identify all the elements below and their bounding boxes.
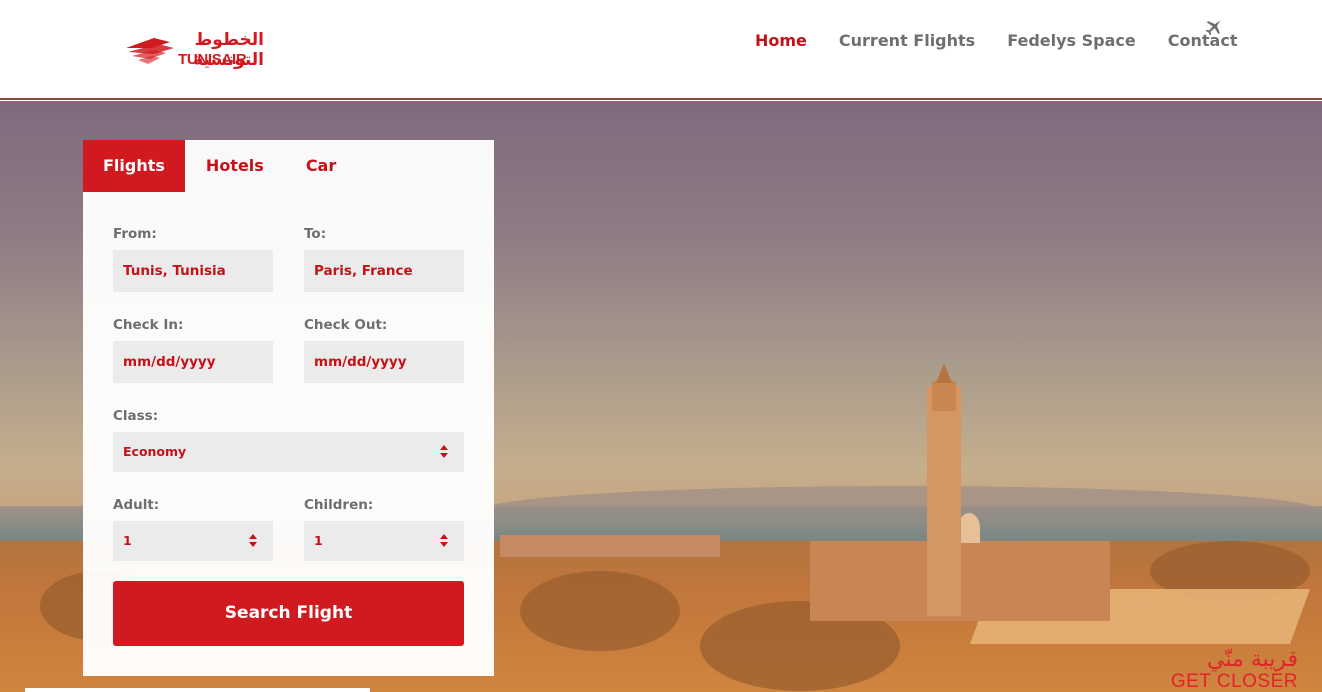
nav-fedelys-space[interactable]: Fedelys Space [1007,31,1136,50]
from-label: From: [113,226,157,242]
select-arrows-icon [440,534,448,548]
hero-minaret [927,386,961,616]
tab-hotels[interactable]: Hotels [185,140,285,192]
adult-select-value: 1 [123,533,132,548]
checkin-label: Check In: [113,317,184,333]
nav-current-flights[interactable]: Current Flights [839,31,975,50]
hero-building [500,535,720,557]
search-tabs: Flights Hotels Car [83,140,494,192]
to-input[interactable]: Paris, France [304,250,464,292]
class-select[interactable]: Economy [113,432,464,472]
hero-tree [520,571,680,651]
tab-car[interactable]: Car [285,140,357,192]
hero-minaret-spire [936,363,952,383]
search-flight-button[interactable]: Search Flight [113,581,464,646]
class-label: Class: [113,408,159,424]
to-label: To: [304,226,327,242]
site-header: الخطوط التونسية TUNISAIR Home Current Fl… [0,0,1322,100]
hero-dome [958,513,980,543]
get-closer-tagline: قريبة منّي GET CLOSER [1171,648,1298,692]
checkout-label: Check Out: [304,317,388,333]
checkout-date-input[interactable]: mm/dd/yyyy [304,341,464,383]
children-select-value: 1 [314,533,323,548]
tagline-arabic: قريبة منّي [1207,647,1298,672]
checkin-date-input[interactable]: mm/dd/yyyy [113,341,273,383]
from-input[interactable]: Tunis, Tunisia [113,250,273,292]
class-select-value: Economy [123,444,187,459]
bottom-strip [25,688,370,692]
adult-label: Adult: [113,497,160,513]
tagline-english: GET CLOSER [1170,671,1298,692]
logo-text: TUNISAIR [178,51,247,68]
select-arrows-icon [249,534,257,548]
plane-icon[interactable] [1203,16,1225,38]
tunisair-logo[interactable]: الخطوط التونسية TUNISAIR [124,30,264,70]
adult-select[interactable]: 1 [113,521,273,561]
main-nav: Home Current Flights Fedelys Space Conta… [755,31,1269,50]
search-form: From: Tunis, Tunisia To: Paris, France C… [113,226,464,586]
children-label: Children: [304,497,374,513]
nav-home[interactable]: Home [755,31,807,50]
select-arrows-icon [440,445,448,459]
children-select[interactable]: 1 [304,521,464,561]
flight-search-panel: Flights Hotels Car From: Tunis, Tunisia … [83,140,494,676]
tab-flights[interactable]: Flights [83,140,185,192]
hero-minaret-top [932,381,956,411]
